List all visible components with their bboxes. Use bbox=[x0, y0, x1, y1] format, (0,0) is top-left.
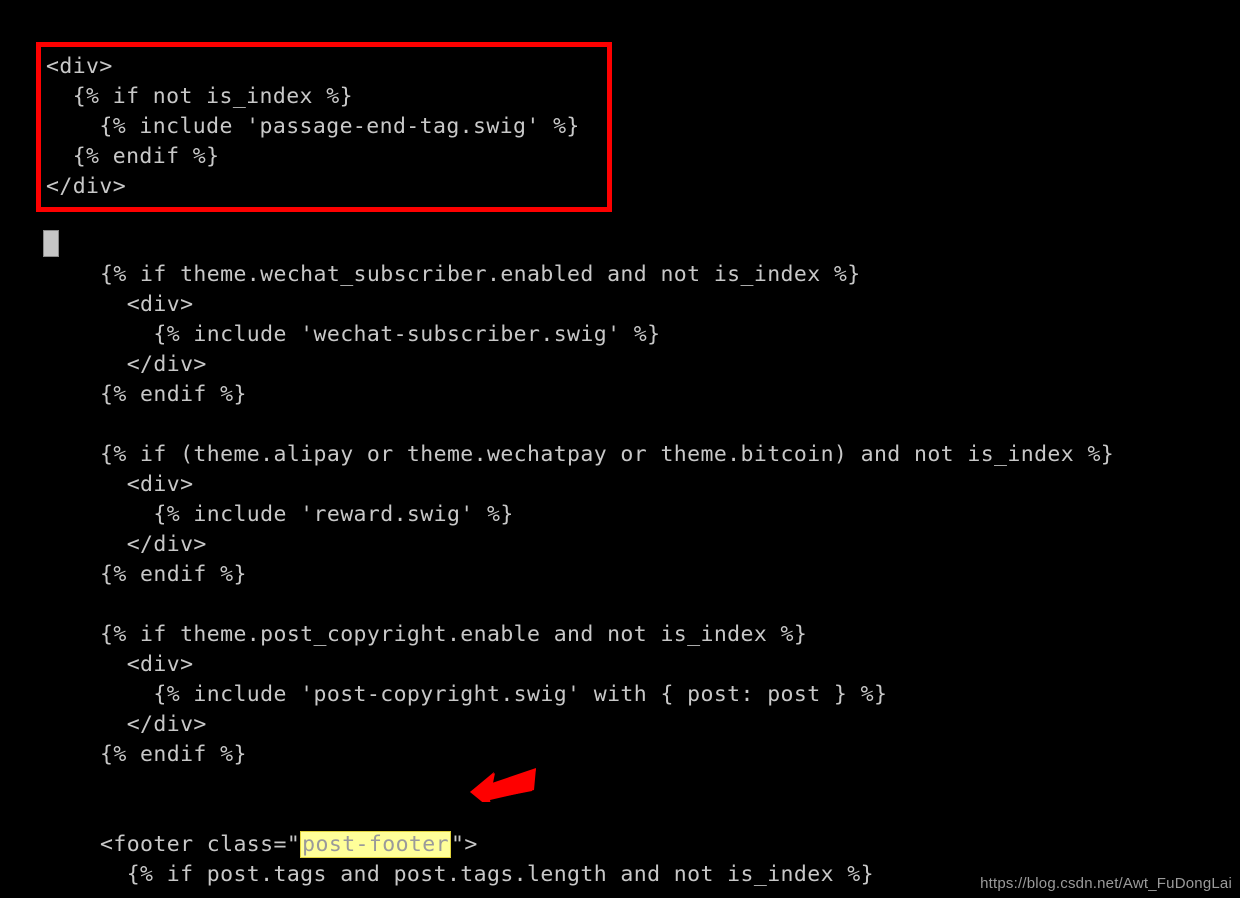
code-line: </div> bbox=[100, 352, 207, 377]
code-line: <div> bbox=[100, 292, 194, 317]
code-line: {% if not is_index %} bbox=[46, 84, 353, 109]
code-line: {% include 'wechat-subscriber.swig' %} bbox=[100, 322, 661, 347]
code-line: {% if theme.post_copyright.enable and no… bbox=[100, 622, 808, 647]
code-line: {% include 'post-copyright.swig' with { … bbox=[100, 682, 888, 707]
code-line: {% if theme.wechat_subscriber.enabled an… bbox=[100, 262, 861, 287]
code-line: {% include 'passage-end-tag.swig' %} bbox=[46, 114, 580, 139]
code-line: </div> bbox=[100, 532, 207, 557]
code-line: {% endif %} bbox=[46, 144, 220, 169]
code-line: {% if (theme.alipay or theme.wechatpay o… bbox=[100, 442, 1115, 467]
code-line: </div> bbox=[46, 174, 127, 199]
footer-tag-suffix: "> bbox=[450, 832, 478, 857]
code-canvas[interactable]: <div> {% if not is_index %} {% include '… bbox=[0, 0, 1240, 898]
code-line-footer: <footer class="post-footer"> bbox=[100, 830, 1240, 860]
code-line: {% include 'reward.swig' %} bbox=[100, 502, 514, 527]
code-line: <div> bbox=[100, 472, 194, 497]
code-line: {% endif %} bbox=[100, 382, 247, 407]
text-cursor bbox=[43, 230, 59, 257]
code-line: </div> bbox=[100, 712, 207, 737]
post-footer-highlight[interactable]: post-footer bbox=[300, 831, 451, 858]
code-line: <div> bbox=[100, 652, 194, 677]
footer-tag-prefix: <footer class=" bbox=[100, 832, 301, 857]
code-line: {% endif %} bbox=[100, 562, 247, 587]
code-line: {% endif %} bbox=[100, 742, 247, 767]
watermark-text: https://blog.csdn.net/Awt_FuDongLai bbox=[980, 875, 1232, 892]
code-line: <div> bbox=[46, 54, 113, 79]
code-block-main[interactable]: {% if theme.wechat_subscriber.enabled an… bbox=[100, 260, 1240, 890]
code-block-top[interactable]: <div> {% if not is_index %} {% include '… bbox=[46, 52, 746, 202]
